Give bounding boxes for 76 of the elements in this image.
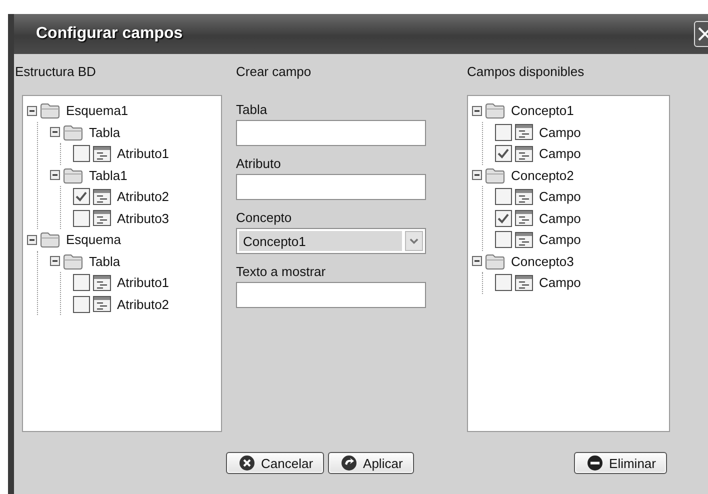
panel-heading: Estructura BD <box>15 63 97 81</box>
tree-item-label[interactable]: Atributo2 <box>117 296 170 312</box>
checkbox[interactable] <box>495 210 512 227</box>
folder-icon <box>485 102 505 120</box>
input-field[interactable] <box>236 120 426 146</box>
field-icon <box>93 274 111 291</box>
field-label: Tabla <box>236 101 268 119</box>
tree-item-label[interactable]: Esquema <box>66 232 121 248</box>
checkbox[interactable] <box>495 124 512 141</box>
field-icon <box>515 146 533 162</box>
folder-icon <box>40 231 60 248</box>
tree-item-label[interactable]: Campo <box>539 210 581 226</box>
tree-item-label[interactable]: Atributo1 <box>117 275 170 290</box>
tree-item-label[interactable]: Atributo2 <box>117 189 170 204</box>
checkbox[interactable] <box>495 145 512 162</box>
expand-icon[interactable] <box>472 170 482 180</box>
field-icon <box>93 146 111 162</box>
apply-button[interactable]: Aplicar <box>328 452 414 474</box>
field-label: Atributo <box>236 155 282 173</box>
folder-icon <box>63 166 83 184</box>
tree-item-label[interactable]: Concepto2 <box>511 168 574 183</box>
panel-heading: Crear campo <box>236 63 312 81</box>
tree-item-label[interactable]: Esquema1 <box>66 103 128 118</box>
field-label: Texto a mostrar <box>236 263 327 281</box>
folder-icon <box>63 252 83 270</box>
expand-icon[interactable] <box>472 256 482 266</box>
expand-icon[interactable] <box>50 256 60 266</box>
input-field[interactable] <box>236 174 426 200</box>
chevron-down-icon <box>405 231 423 251</box>
tree-item-label[interactable]: Tabla <box>89 124 120 140</box>
tree-item-label[interactable]: Campo <box>539 275 581 290</box>
field-icon <box>515 188 533 205</box>
field-icon <box>93 188 111 205</box>
checkbox[interactable] <box>495 231 512 248</box>
expand-icon[interactable] <box>27 106 37 116</box>
tree-item-label[interactable]: Concepto3 <box>511 254 574 269</box>
checkbox[interactable] <box>73 145 90 162</box>
checkbox[interactable] <box>73 274 90 292</box>
checkbox[interactable] <box>73 188 90 206</box>
tree-item-label[interactable]: Tabla1 <box>89 168 128 183</box>
folder-icon <box>485 252 505 270</box>
field-icon <box>515 210 533 226</box>
tree-item-label[interactable]: Concepto1 <box>511 103 574 118</box>
tree-item-label[interactable]: Campo <box>539 124 581 140</box>
panel-heading: Campos disponibles <box>467 63 586 81</box>
expand-icon[interactable] <box>50 127 60 138</box>
tree-item-label[interactable]: Atributo1 <box>117 146 170 162</box>
delete-button[interactable]: Eliminar <box>574 452 667 474</box>
field-icon <box>93 210 111 226</box>
tree-item-label[interactable]: Atributo3 <box>117 210 170 226</box>
tree-item-label[interactable]: Campo <box>539 232 581 248</box>
checkbox[interactable] <box>495 274 512 292</box>
cancel-button[interactable]: Cancelar <box>226 452 324 474</box>
expand-icon[interactable] <box>50 170 60 180</box>
cancel-icon <box>239 455 255 471</box>
delete-icon <box>587 455 604 471</box>
folder-icon <box>485 166 505 184</box>
field-icon <box>515 274 533 291</box>
expand-icon[interactable] <box>472 106 482 116</box>
field-icon <box>515 232 533 248</box>
checkbox[interactable] <box>73 210 90 227</box>
tree-item-label[interactable]: Campo <box>539 146 581 162</box>
expand-icon[interactable] <box>27 234 37 245</box>
checkbox[interactable] <box>495 188 512 206</box>
apply-icon <box>341 455 358 471</box>
dropdown[interactable]: Concepto1 <box>236 228 426 254</box>
field-icon <box>93 296 111 312</box>
tree-item-label[interactable]: Campo <box>539 189 581 204</box>
field-label: Concepto <box>236 209 293 227</box>
checkbox[interactable] <box>73 296 90 313</box>
folder-icon <box>63 124 83 141</box>
field-icon <box>515 124 533 140</box>
folder-icon <box>40 102 60 120</box>
input-field[interactable] <box>236 282 426 308</box>
window-title: Configurar campos <box>36 25 183 43</box>
tree-item-label[interactable]: Tabla <box>89 254 120 269</box>
